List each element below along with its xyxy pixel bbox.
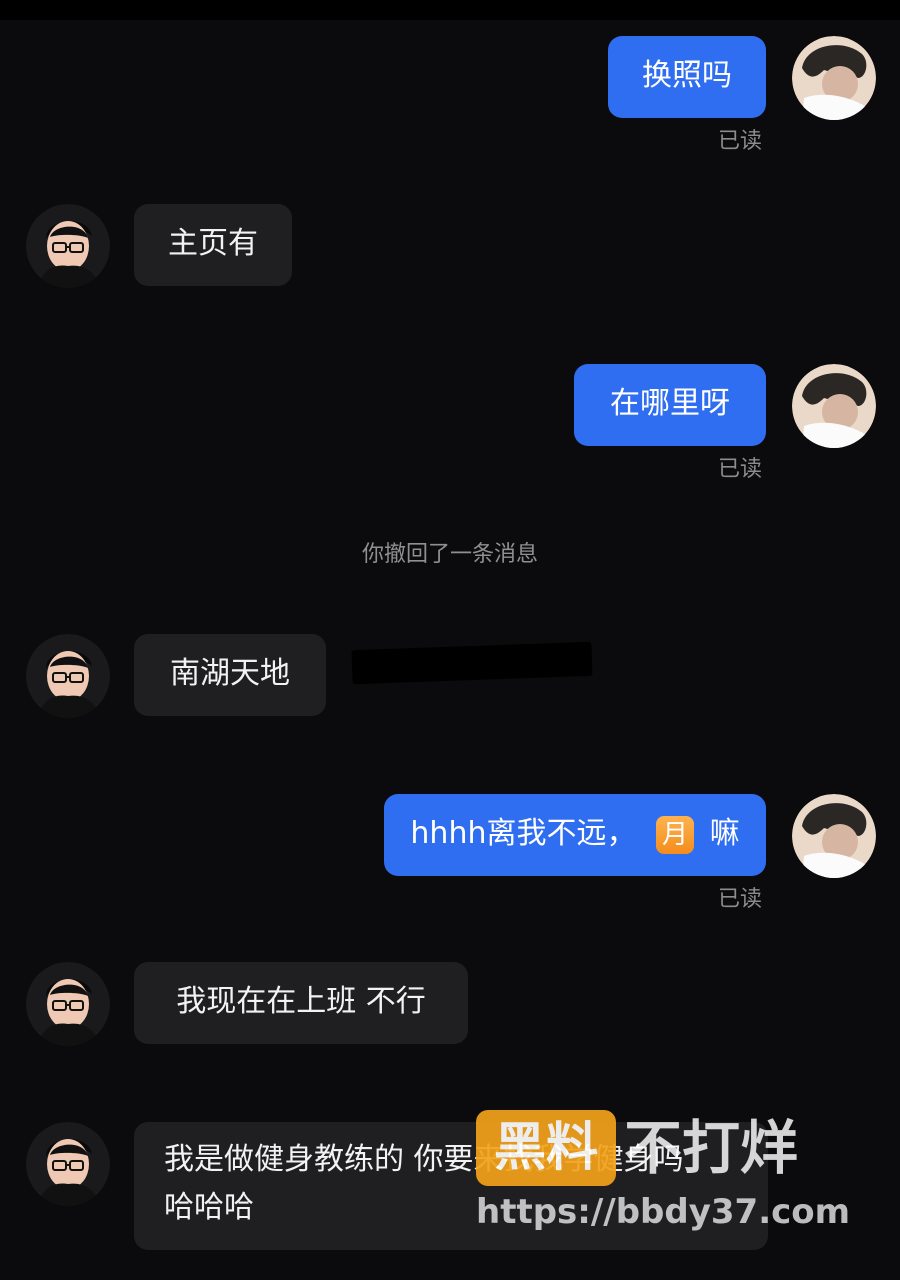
message-line-1: 我是做健身教练的 你要来找我学健身吗 — [164, 1142, 684, 1177]
recall-notice: 你撤回了一条消息 — [361, 542, 538, 567]
contact-avatar-icon[interactable] — [26, 634, 110, 718]
self-avatar-icon[interactable] — [792, 794, 876, 878]
message-text: 在哪里呀 — [610, 386, 730, 421]
redaction-mark — [351, 641, 593, 685]
incoming-message-bubble[interactable]: 南湖天地 — [134, 634, 326, 716]
read-receipt: 已读 — [718, 887, 763, 912]
contact-avatar-icon[interactable] — [26, 962, 110, 1046]
incoming-message-bubble[interactable]: 我现在在上班 不行 — [134, 962, 468, 1044]
contact-avatar-icon[interactable] — [26, 1122, 110, 1206]
self-avatar-icon[interactable] — [792, 36, 876, 120]
top-edge — [0, 0, 900, 20]
outgoing-message-bubble[interactable]: hhhh离我不远， 月 嘛 — [384, 794, 766, 876]
outgoing-message-bubble[interactable]: 换照吗 — [608, 36, 766, 118]
chat-screen: 换照吗 已读 主页有 在哪里呀 已读 你撤回了一条消息 南湖天地 hhhh离我不… — [0, 0, 900, 1280]
message-text-before-emoji: hhhh离我不远， — [410, 816, 637, 851]
incoming-message-bubble[interactable]: 主页有 — [134, 204, 292, 286]
read-receipt: 已读 — [718, 129, 763, 154]
message-text: 主页有 — [168, 226, 258, 261]
message-text: 换照吗 — [642, 58, 732, 93]
message-text: 我现在在上班 不行 — [176, 984, 426, 1019]
outgoing-message-bubble[interactable]: 在哪里呀 — [574, 364, 766, 446]
contact-avatar-icon[interactable] — [26, 204, 110, 288]
message-line-2: 哈哈哈 — [164, 1190, 254, 1225]
message-text-after-emoji: 嘛 — [709, 816, 740, 851]
message-text: 南湖天地 — [170, 656, 290, 691]
moon-emoji-icon: 月 — [656, 815, 695, 854]
read-receipt: 已读 — [718, 457, 763, 482]
self-avatar-icon[interactable] — [792, 364, 876, 448]
incoming-message-bubble[interactable]: 我是做健身教练的 你要来找我学健身吗 哈哈哈 — [134, 1122, 768, 1250]
